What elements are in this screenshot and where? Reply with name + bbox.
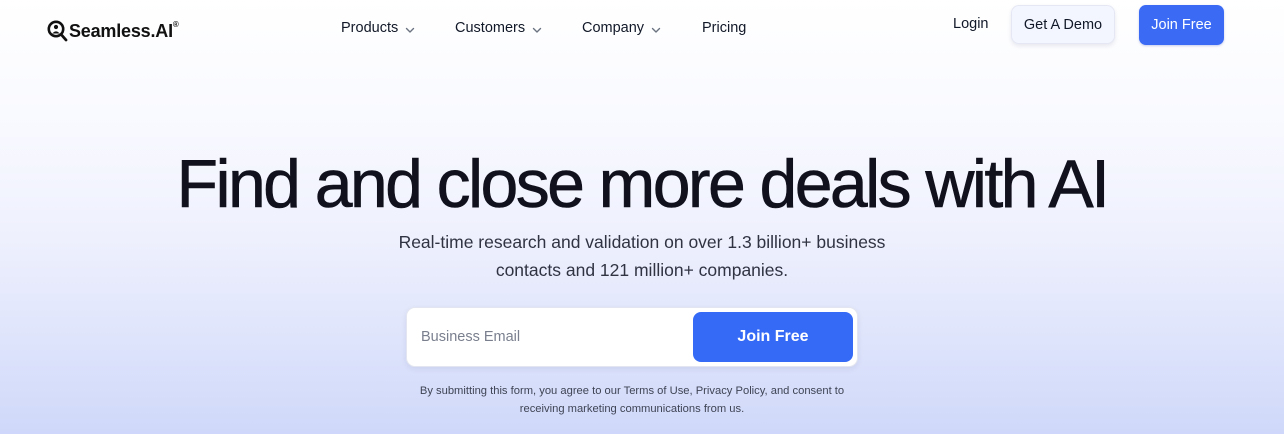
trademark-symbol: ® [172,19,179,29]
brand-name: Seamless.AI® [69,19,179,41]
form-disclaimer: By submitting this form, you agree to ou… [392,382,872,418]
nav-products-label: Products [341,20,399,36]
join-free-submit-label: Join Free [737,328,809,345]
site-header: Seamless.AI® Products Customers Company … [0,0,1284,56]
nav-products[interactable]: Products [341,20,415,36]
nav-pricing[interactable]: Pricing [702,20,746,36]
chevron-down-icon [405,23,415,33]
hero-subtitle: Real-time research and validation on ove… [342,228,942,284]
nav-pricing-label: Pricing [702,20,747,36]
disclaimer-line-2: receiving marketing communications from … [519,403,745,415]
hero-title: Find and close more deals with AI [176,146,1110,223]
get-demo-button[interactable]: Get A Demo [1011,5,1115,44]
signup-form: Join Free [406,307,858,367]
nav-customers[interactable]: Customers [455,20,542,36]
hero-subtitle-line-1: Real-time research and validation on ove… [398,232,886,252]
nav-company-label: Company [582,20,645,36]
join-free-header-label: Join Free [1151,17,1212,33]
join-free-header-button[interactable]: Join Free [1139,5,1224,45]
nav-company[interactable]: Company [582,20,661,36]
join-free-submit-button[interactable]: Join Free [693,312,853,362]
business-email-input[interactable] [421,322,681,352]
magnifier-icon [46,16,68,46]
get-demo-label: Get A Demo [1023,16,1103,33]
login-link[interactable]: Login [953,16,988,32]
chevron-down-icon [651,23,661,33]
chevron-down-icon [532,23,542,33]
nav-customers-label: Customers [455,20,526,36]
disclaimer-line-1: By submitting this form, you agree to ou… [419,385,845,397]
brand-logo[interactable]: Seamless.AI® [46,16,179,46]
hero-subtitle-line-2: contacts and 121 million+ companies. [495,260,789,280]
